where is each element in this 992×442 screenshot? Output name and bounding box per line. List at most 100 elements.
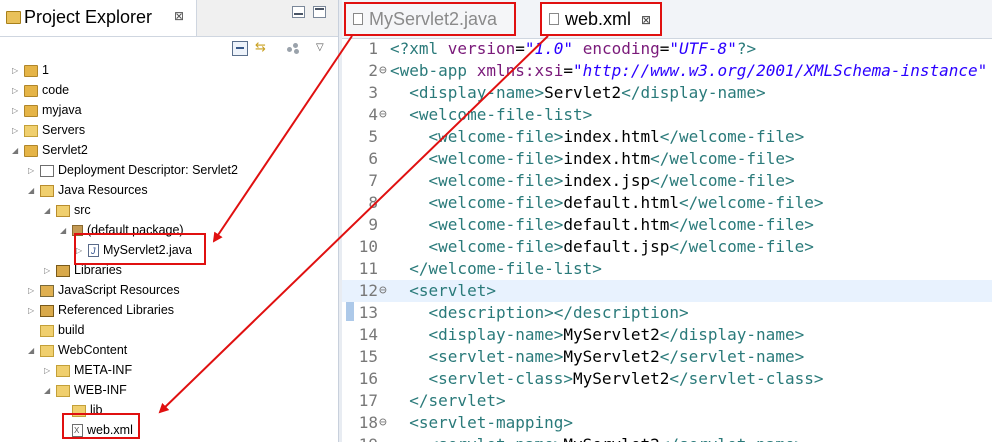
collapsed-chevron-icon[interactable]: ▷	[12, 81, 22, 101]
collapsed-chevron-icon[interactable]: ▷	[28, 161, 38, 181]
code-line[interactable]: 7 <welcome-file>index.jsp</welcome-file>	[342, 170, 992, 192]
collapsed-chevron-icon[interactable]: ▷	[12, 61, 22, 81]
folder-icon	[40, 344, 54, 357]
tree-item[interactable]: ▷ code	[12, 80, 69, 100]
tree-item[interactable]: ◢ Java Resources	[28, 180, 148, 200]
tab-myservlet2-java[interactable]: MyServlet2.java	[344, 2, 516, 36]
code-text: <display-name>MyServlet2</display-name>	[390, 324, 805, 346]
xml-file-icon	[549, 13, 559, 25]
code-line[interactable]: 16 <servlet-class>MyServlet2</servlet-cl…	[342, 368, 992, 390]
collapsed-chevron-icon[interactable]: ▷	[44, 261, 54, 281]
xml-source-editor[interactable]: 1 <?xml version="1.0" encoding="UTF-8"?> 2…	[342, 38, 992, 442]
filters-icon[interactable]	[287, 41, 301, 54]
close-icon[interactable]: ⊠	[174, 9, 184, 23]
tree-item-label: code	[42, 83, 70, 97]
code-line[interactable]: 6 <welcome-file>index.htm</welcome-file>	[342, 148, 992, 170]
code-line[interactable]: 13 <description></description>	[342, 302, 992, 324]
code-line[interactable]: 1 <?xml version="1.0" encoding="UTF-8"?>	[342, 38, 992, 60]
code-line[interactable]: 18 ⊖ <servlet-mapping>	[342, 412, 992, 434]
code-text: </servlet>	[390, 390, 505, 412]
expanded-chevron-icon[interactable]: ◢	[28, 181, 38, 201]
fold-toggle-icon[interactable]: ⊖	[379, 60, 387, 82]
line-number: 13	[358, 303, 378, 322]
xml-text	[390, 325, 429, 344]
collapsed-chevron-icon[interactable]: ▷	[12, 121, 22, 141]
java-file-icon	[353, 13, 363, 25]
code-line[interactable]: 4 ⊖ <welcome-file-list>	[342, 104, 992, 126]
close-icon[interactable]: ⊠	[641, 13, 651, 27]
line-number: 1	[368, 39, 378, 58]
line-number: 18	[358, 413, 378, 432]
tab-web-xml[interactable]: web.xml ⊠	[540, 2, 662, 36]
code-line[interactable]: 14 <display-name>MyServlet2</display-nam…	[342, 324, 992, 346]
expanded-chevron-icon[interactable]: ◢	[60, 221, 70, 241]
tree-item[interactable]: ▷ JavaScript Resources	[28, 280, 180, 300]
link-with-editor-icon[interactable]: ⇆	[255, 41, 269, 54]
code-line[interactable]: 8 <welcome-file>default.html</welcome-fi…	[342, 192, 992, 214]
code-line[interactable]: 17 </servlet>	[342, 390, 992, 412]
expanded-chevron-icon[interactable]: ◢	[12, 141, 22, 161]
xml-tag: <welcome-file>	[428, 237, 564, 256]
tree-item[interactable]: ▷ Servers	[12, 120, 85, 140]
tree-item[interactable]: ▷ 1	[12, 60, 49, 80]
xml-text	[390, 347, 429, 366]
code-line[interactable]: 9 <welcome-file>default.htm</welcome-fil…	[342, 214, 992, 236]
tree-item[interactable]: ◢ WebContent	[28, 340, 127, 360]
code-text: <servlet-mapping>	[390, 412, 573, 434]
code-line[interactable]: 12 ⊖ <servlet>	[342, 280, 992, 302]
code-line[interactable]: 19 <servlet-name>MyServlet2</servlet-nam…	[342, 434, 992, 442]
code-line[interactable]: 2 ⊖ <web-app xmlns:xsi="http://www.w3.org/…	[342, 60, 992, 82]
code-line[interactable]: 3 <display-name>Servlet2</display-name>	[342, 82, 992, 104]
expanded-chevron-icon[interactable]: ◢	[44, 381, 54, 401]
code-text: <welcome-file>default.html</welcome-file…	[390, 192, 824, 214]
code-line[interactable]: 15 <servlet-name>MyServlet2</servlet-nam…	[342, 346, 992, 368]
view-menu-icon[interactable]: ▽	[316, 41, 330, 54]
xml-tag: </welcome-file>	[678, 193, 824, 212]
line-number: 15	[358, 347, 378, 366]
xml-attribute: version	[447, 39, 516, 58]
xml-text	[390, 391, 409, 410]
xml-tag: <welcome-file>	[428, 193, 564, 212]
line-number: 17	[358, 391, 378, 410]
tree-item[interactable]: ▷ myjava	[12, 100, 82, 120]
xml-tag: <servlet-class>	[428, 369, 574, 388]
xml-text: MyServlet2	[573, 369, 670, 388]
collapsed-chevron-icon[interactable]: ▷	[28, 301, 38, 321]
code-text: <welcome-file>index.htm</welcome-file>	[390, 148, 795, 170]
tree-item[interactable]: ▷ Deployment Descriptor: Servlet2	[28, 160, 238, 180]
line-number: 7	[368, 171, 378, 190]
expanded-chevron-icon[interactable]: ◢	[44, 201, 54, 221]
minimize-button[interactable]	[292, 6, 305, 18]
folder-icon	[24, 124, 38, 137]
tab-project-explorer[interactable]: Project Explorer ⊠	[0, 0, 197, 36]
line-number: 3	[368, 83, 378, 102]
xml-tag: <servlet-mapping>	[409, 413, 574, 432]
maximize-button[interactable]	[313, 6, 326, 18]
code-line[interactable]: 10 <welcome-file>default.jsp</welcome-fi…	[342, 236, 992, 258]
line-number: 19	[350, 434, 378, 442]
collapsed-chevron-icon[interactable]: ▷	[12, 101, 22, 121]
xml-text: index.html	[563, 127, 660, 146]
code-line[interactable]: 11 </welcome-file-list>	[342, 258, 992, 280]
code-line[interactable]: 5 <welcome-file>index.html</welcome-file…	[342, 126, 992, 148]
tree-item[interactable]: ▷ META-INF	[44, 360, 132, 380]
tree-item[interactable]: ◢ Servlet2	[12, 140, 88, 160]
fold-toggle-icon[interactable]: ⊖	[379, 104, 387, 126]
tree-item[interactable]: ◢ src	[44, 200, 91, 220]
xml-tag: <welcome-file>	[428, 149, 564, 168]
xml-tag: </welcome-file>	[650, 171, 795, 190]
fold-toggle-icon[interactable]: ⊖	[379, 280, 387, 302]
tree-item[interactable]: ▷ Referenced Libraries	[28, 300, 174, 320]
collapsed-chevron-icon[interactable]: ▷	[44, 361, 54, 381]
xml-tag: ?>	[736, 39, 757, 58]
tree-item[interactable]: build	[28, 320, 84, 340]
xml-tag: </welcome-file>	[669, 215, 814, 234]
collapse-all-icon[interactable]	[232, 41, 248, 56]
xml-text: =	[515, 39, 525, 58]
xml-tag: </welcome-file>	[669, 237, 814, 256]
xml-text	[390, 193, 429, 212]
tree-item[interactable]: ◢ WEB-INF	[44, 380, 127, 400]
fold-toggle-icon[interactable]: ⊖	[379, 412, 387, 434]
expanded-chevron-icon[interactable]: ◢	[28, 341, 38, 361]
collapsed-chevron-icon[interactable]: ▷	[28, 281, 38, 301]
